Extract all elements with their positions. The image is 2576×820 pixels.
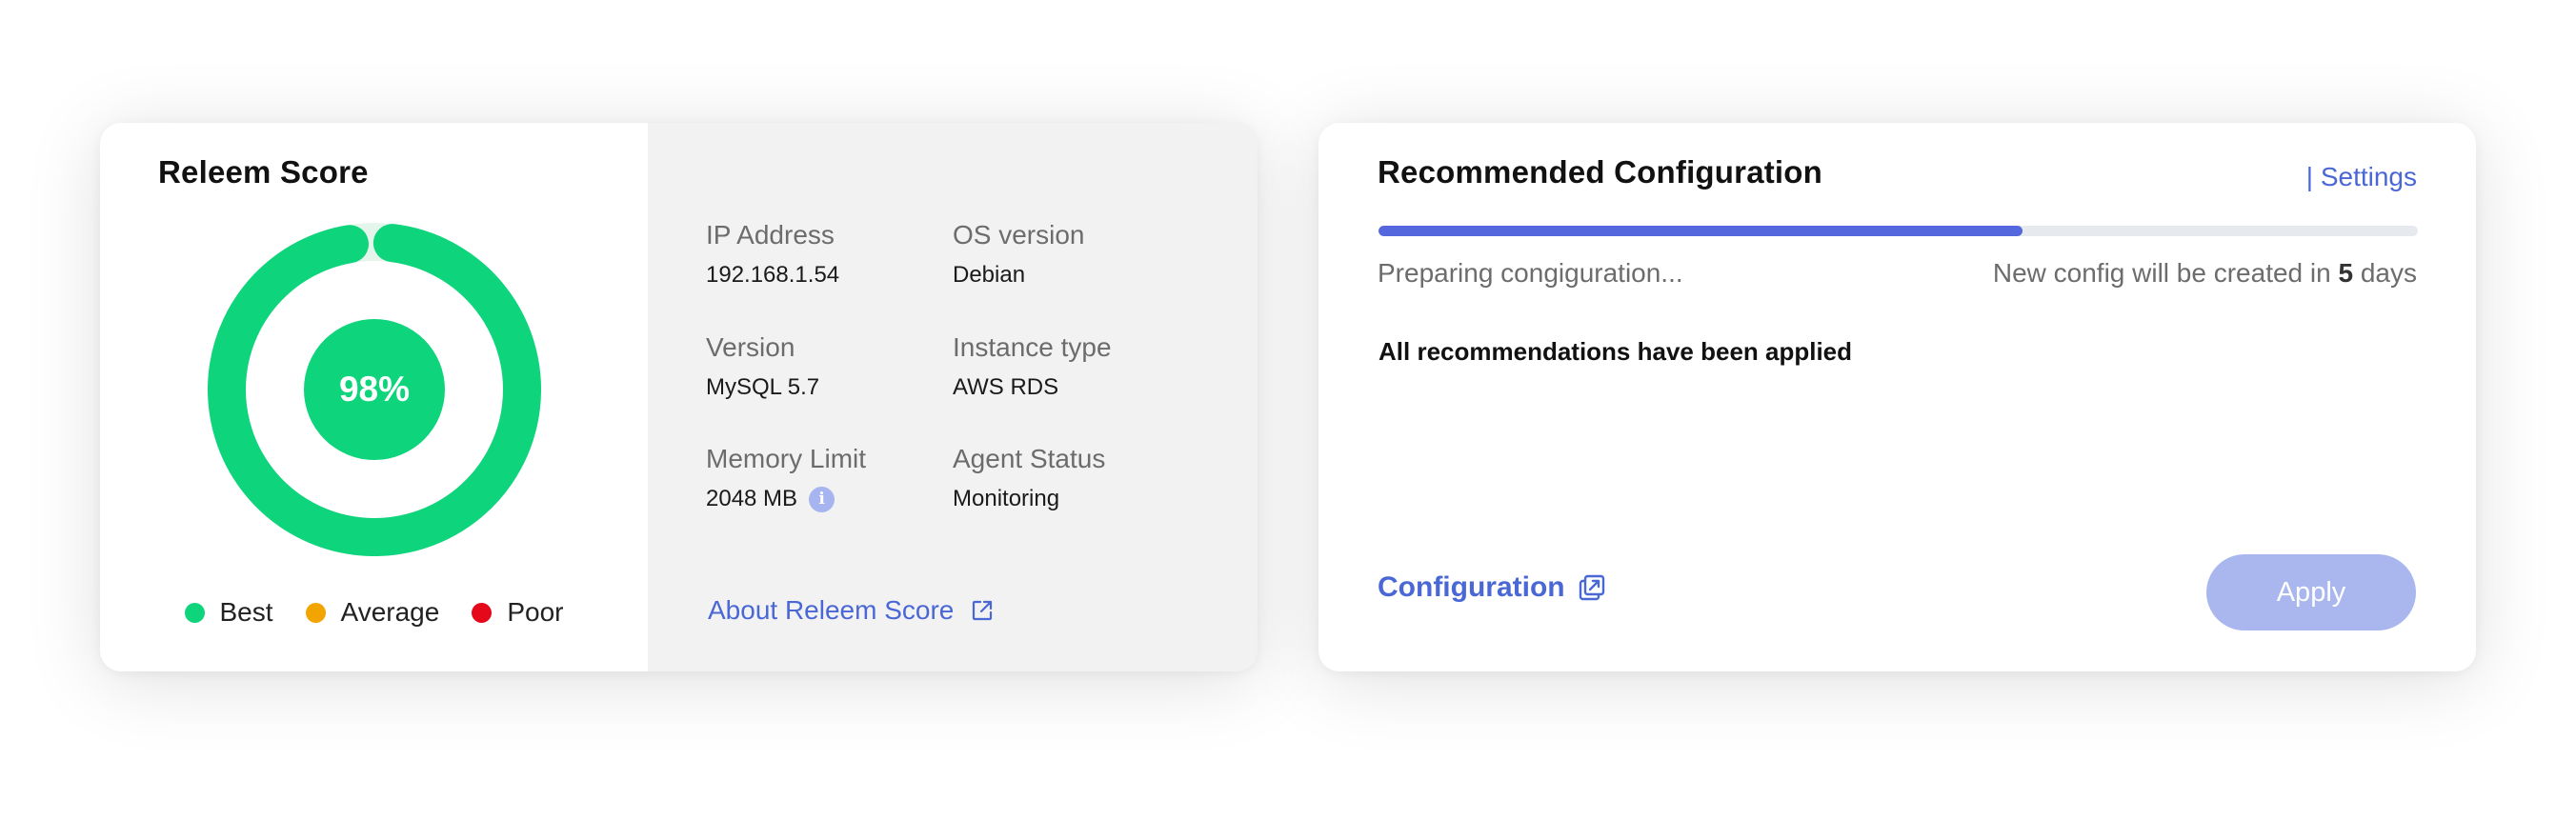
legend-item-poor: Poor xyxy=(472,597,563,628)
new-config-suffix: days xyxy=(2353,258,2417,288)
legend-item-best: Best xyxy=(184,597,273,628)
config-progress-bar xyxy=(1379,226,2418,236)
settings-link[interactable]: | Settings xyxy=(2306,162,2417,192)
configuration-link-label: Configuration xyxy=(1378,571,1565,603)
config-card-title: Recommended Configuration xyxy=(1378,154,1823,190)
version-value: MySQL 5.7 xyxy=(706,374,820,400)
memory-limit-value: 2048 MB xyxy=(706,486,798,511)
about-releem-score-label: About Releem Score xyxy=(708,595,955,625)
about-releem-score-link[interactable]: About Releem Score xyxy=(708,595,994,626)
legend-item-average: Average xyxy=(305,597,440,628)
info-instance-type: Instance type AWS RDS xyxy=(953,332,1181,401)
configuration-link[interactable]: Configuration xyxy=(1378,571,1605,604)
legend-dot-best-icon xyxy=(184,602,205,623)
info-version: Version MySQL 5.7 xyxy=(706,332,935,401)
info-memory-limit: Memory Limit 2048 MB i xyxy=(706,444,935,512)
info-icon[interactable]: i xyxy=(809,486,835,512)
info-os-version: OS version Debian xyxy=(953,220,1181,289)
external-link-icon xyxy=(973,600,993,621)
releem-score-card: Releem Score 98% Best Average Poor IP Ad… xyxy=(100,123,1258,671)
version-label: Version xyxy=(706,332,795,362)
instance-type-value: AWS RDS xyxy=(953,374,1059,400)
os-version-label: OS version xyxy=(953,220,1085,250)
instance-type-label: Instance type xyxy=(953,332,1112,362)
open-in-new-icon xyxy=(1579,574,1604,601)
new-config-days: 5 xyxy=(2338,258,2354,288)
apply-button[interactable]: Apply xyxy=(2206,554,2416,630)
agent-status-value: Monitoring xyxy=(953,486,1060,511)
legend-label-best: Best xyxy=(219,597,273,627)
memory-limit-label: Memory Limit xyxy=(706,444,867,473)
legend-dot-poor-icon xyxy=(472,602,493,623)
score-legend: Best Average Poor xyxy=(100,597,648,628)
applied-status-text: All recommendations have been applied xyxy=(1379,337,1853,366)
legend-label-poor: Poor xyxy=(507,597,564,627)
score-gauge: 98% xyxy=(208,223,541,556)
score-pane: Releem Score 98% Best Average Poor xyxy=(100,123,648,671)
info-ip-address: IP Address 192.168.1.54 xyxy=(706,220,935,289)
legend-label-average: Average xyxy=(340,597,440,627)
info-agent-status: Agent Status Monitoring xyxy=(953,444,1181,512)
score-card-title: Releem Score xyxy=(158,154,369,190)
preparing-status-text: Preparing congiguration... xyxy=(1378,258,1683,288)
new-config-prefix: New config will be created in xyxy=(1992,258,2339,288)
ip-address-label: IP Address xyxy=(706,220,835,250)
new-config-countdown: New config will be created in 5 days xyxy=(1993,258,2417,289)
memory-limit-row: 2048 MB i xyxy=(706,486,935,512)
legend-dot-average-icon xyxy=(305,602,326,623)
score-value: 98% xyxy=(338,370,411,409)
ip-address-value: 192.168.1.54 xyxy=(706,262,840,288)
agent-status-label: Agent Status xyxy=(953,444,1106,473)
os-version-value: Debian xyxy=(953,262,1026,288)
config-progress-fill xyxy=(1379,226,2023,236)
recommended-configuration-card: Recommended Configuration | Settings Pre… xyxy=(1318,123,2476,671)
